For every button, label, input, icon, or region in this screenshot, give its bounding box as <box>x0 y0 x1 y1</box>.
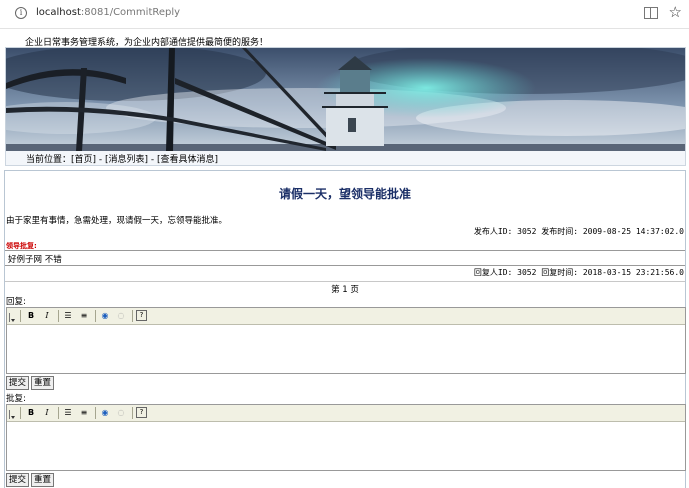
url-host: localhost <box>36 7 81 18</box>
message-meta: 发布人ID: 3052 发布时间: 2009-08-25 14:37:02.0 <box>473 227 684 236</box>
help-icon[interactable]: ? <box>136 310 147 321</box>
ordered-list-icon[interactable]: ☰ <box>62 407 74 418</box>
reply-reset-button[interactable]: 重置 <box>31 376 55 390</box>
reply-editor-toolbar: B I ☰ ≡ ◉ ◌ ? <box>7 308 685 325</box>
approve-submit-button[interactable]: 提交 <box>6 473 30 487</box>
unlink-icon[interactable]: ◌ <box>115 310 127 321</box>
message-panel: 请假一天，望领导能批准 由于家里有事情，急需处理，现请假一天，忘领导能批准。 发… <box>4 170 686 488</box>
reply-text: 好例子网 不错 <box>8 255 62 265</box>
reading-view-icon[interactable] <box>644 7 658 19</box>
pagination: 第 1 页 <box>5 281 685 295</box>
url-path: :8081/CommitReply <box>80 7 181 18</box>
unordered-list-icon[interactable]: ≡ <box>78 407 90 418</box>
address-bar[interactable]: localhost:8081/CommitReply <box>36 7 180 18</box>
unlink-icon[interactable]: ◌ <box>115 407 127 418</box>
link-icon[interactable]: ◉ <box>99 310 111 321</box>
approve-reset-button[interactable]: 重置 <box>31 473 55 487</box>
reply-editor: B I ☰ ≡ ◉ ◌ ? <box>6 307 686 374</box>
reply-submit-button[interactable]: 提交 <box>6 376 30 390</box>
ordered-list-icon[interactable]: ☰ <box>62 310 74 321</box>
breadcrumb-text[interactable]: 当前位置：[首页] - [消息列表] - [查看具体消息] <box>26 152 218 165</box>
favorite-star-icon[interactable]: ☆ <box>669 3 682 21</box>
help-icon[interactable]: ? <box>136 407 147 418</box>
reply-form-label: 回复: <box>6 297 26 307</box>
unordered-list-icon[interactable]: ≡ <box>78 310 90 321</box>
reply-meta: 回复人ID: 3052 回复时间: 2018-03-15 23:21:56.0 <box>473 268 684 277</box>
approve-form-label: 批复: <box>6 394 26 404</box>
message-title: 请假一天，望领导能批准 <box>278 187 411 201</box>
lighthouse-banner <box>6 48 685 151</box>
italic-icon[interactable]: I <box>41 407 53 418</box>
site-info-icon[interactable]: i <box>15 7 27 19</box>
link-icon[interactable]: ◉ <box>99 407 111 418</box>
bold-icon[interactable]: B <box>25 407 37 418</box>
approve-editor-toolbar: B I ☰ ≡ ◉ ◌ ? <box>7 405 685 422</box>
banner-image <box>5 47 686 152</box>
approve-editor: B I ☰ ≡ ◉ ◌ ? <box>6 404 686 471</box>
approve-textarea[interactable] <box>7 422 685 470</box>
toolbar-collapse-icon[interactable] <box>9 313 15 322</box>
bold-icon[interactable]: B <box>25 310 37 321</box>
reply-item: 好例子网 不错 <box>5 250 685 266</box>
message-content: 由于家里有事情，急需处理，现请假一天，忘领导能批准。 <box>6 216 228 226</box>
reply-textarea[interactable] <box>7 325 685 373</box>
italic-icon[interactable]: I <box>41 310 53 321</box>
toolbar-collapse-icon[interactable] <box>9 410 15 419</box>
browser-toolbar: i localhost:8081/CommitReply ☆ <box>0 0 689 29</box>
breadcrumb: 当前位置：[首页] - [消息列表] - [查看具体消息] <box>5 151 686 166</box>
